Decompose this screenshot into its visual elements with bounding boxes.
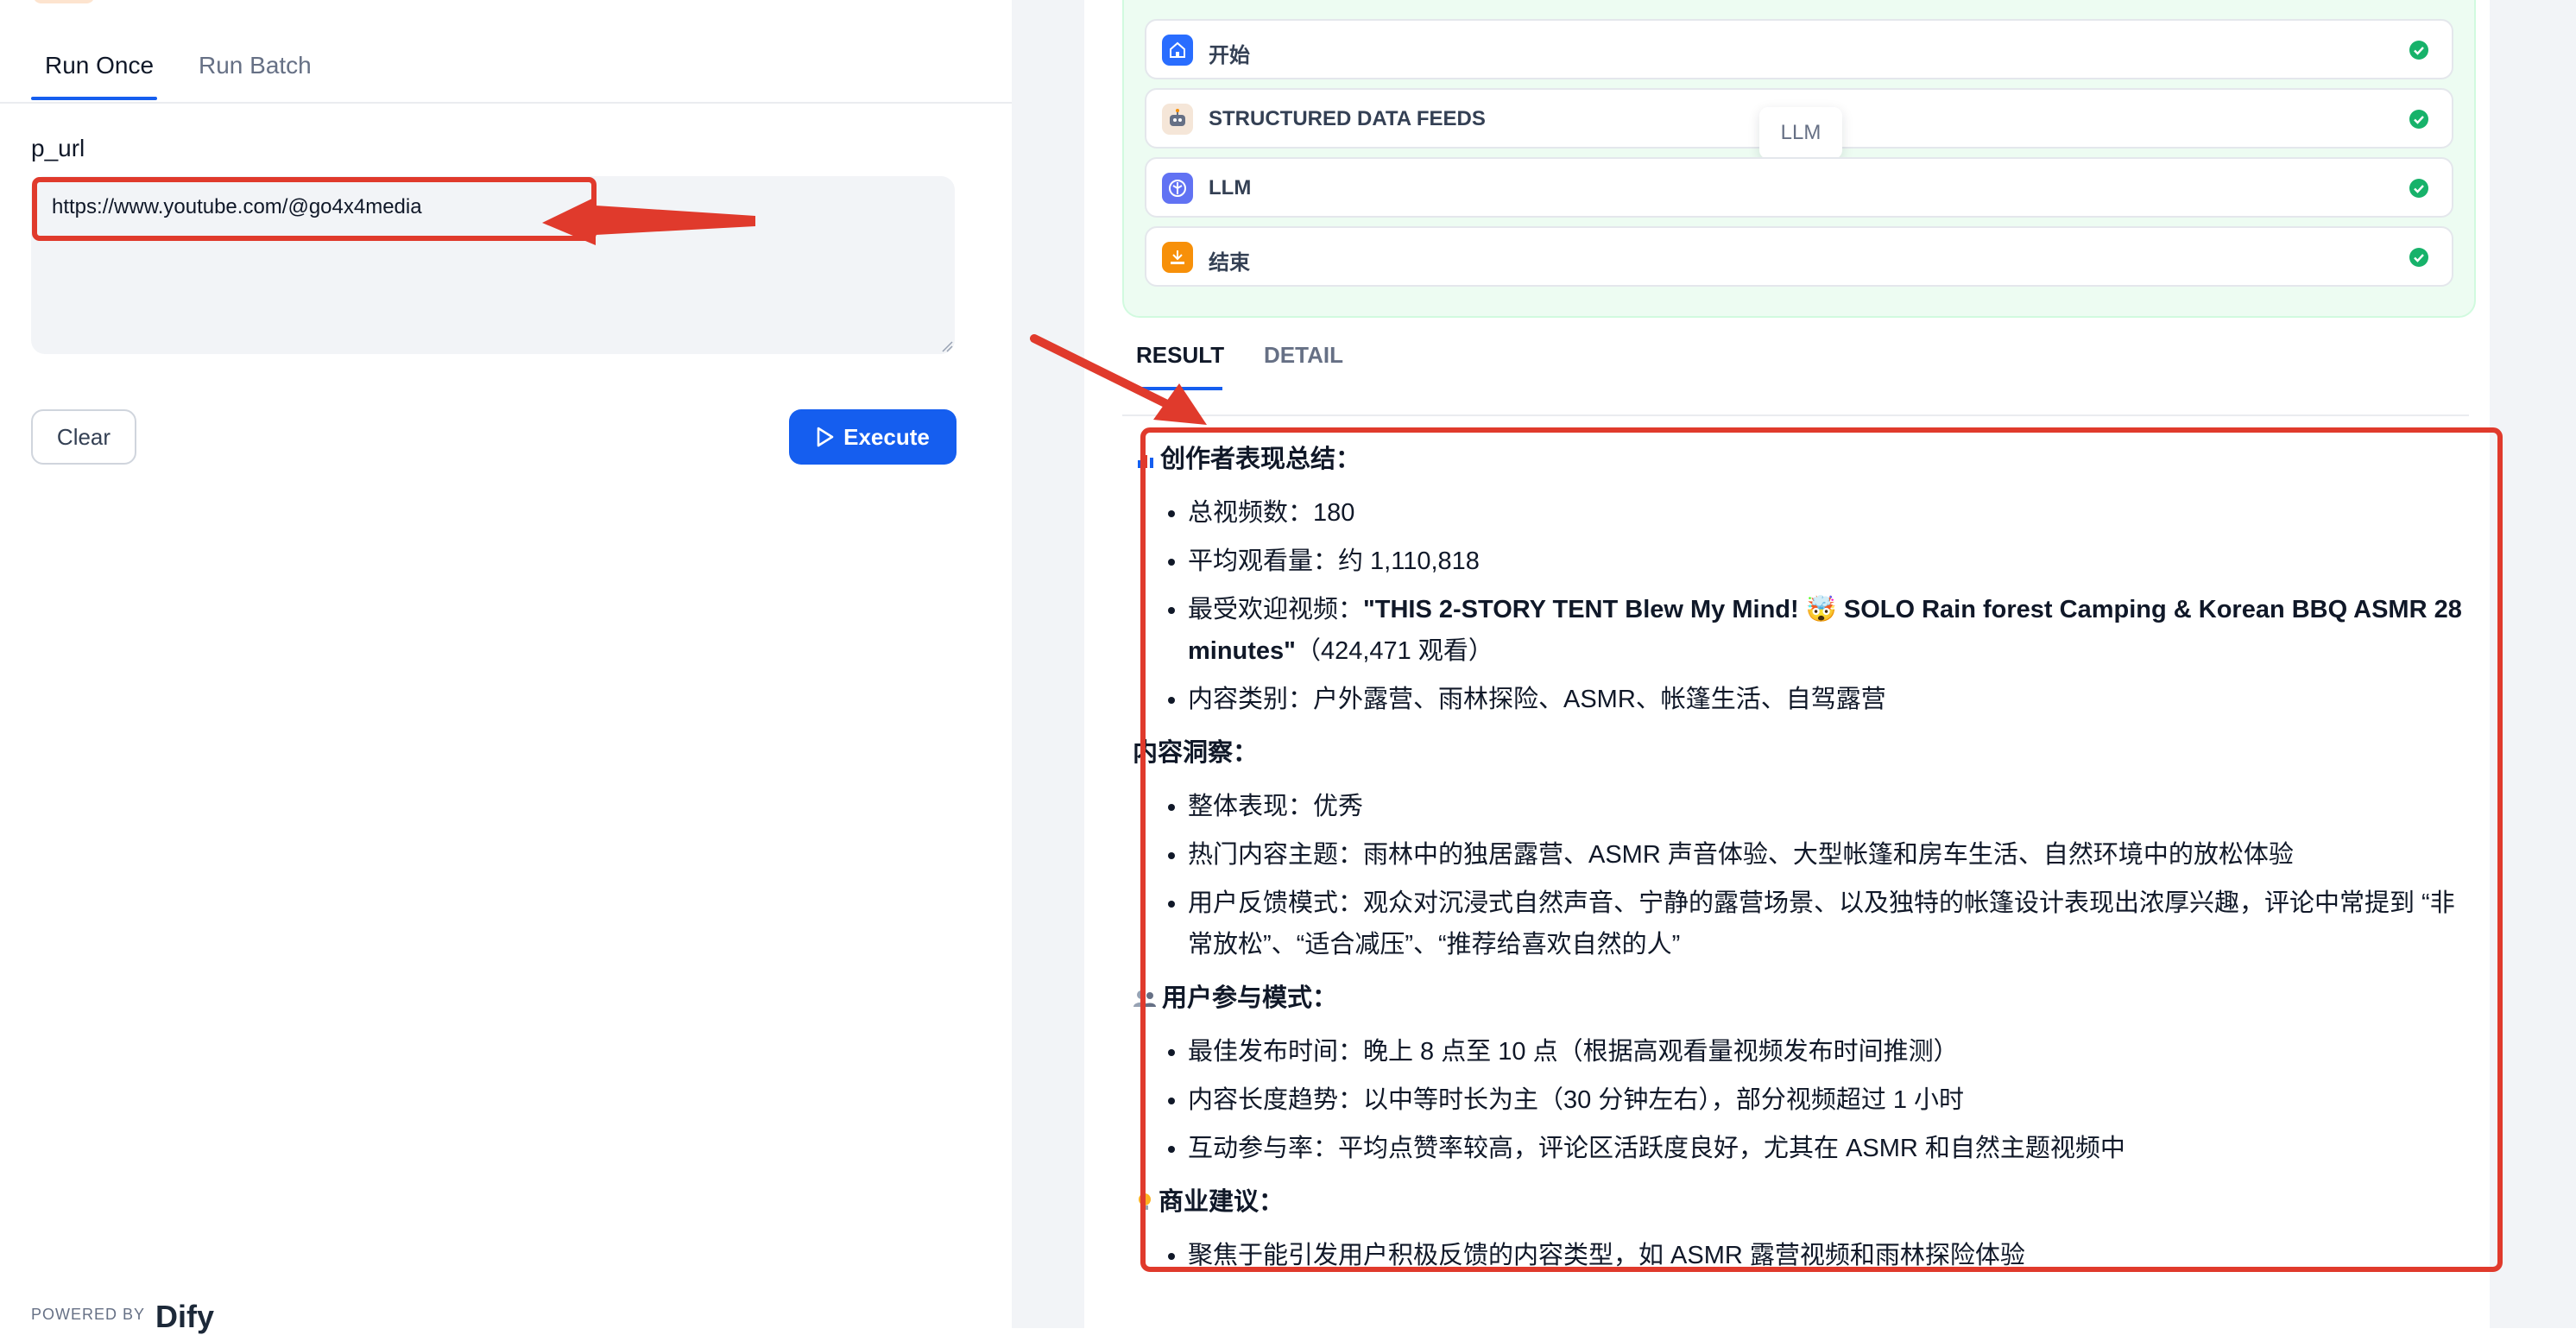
workflow-step-end[interactable]: 结束 <box>1145 226 2453 287</box>
result-content: 创作者表现总结： 总视频数：180 平均观看量：约 1,110,818 最受欢迎… <box>1133 439 2466 1288</box>
check-circle-icon <box>2409 41 2428 60</box>
check-circle-icon <box>2409 110 2428 129</box>
list-item: 聚焦于能引发用户积极反馈的内容类型，如 ASMR 露营视频和雨林探险体验 <box>1188 1235 2466 1276</box>
list-item: 热门内容主题：雨林中的独居露营、ASMR 声音体验、大型帐篷和房车生活、自然环境… <box>1188 834 2466 876</box>
workflow-step-label: 结束 <box>1209 251 1250 275</box>
llm-tooltip: LLM <box>1759 107 1842 159</box>
section-heading: 商业建议： <box>1136 1181 2466 1223</box>
check-circle-icon <box>2409 179 2428 198</box>
section-title: 内容洞察： <box>1133 739 1259 767</box>
check-circle-icon <box>2409 248 2428 267</box>
section-title: 创作者表现总结： <box>1160 446 1361 473</box>
llm-icon <box>1162 173 1193 204</box>
play-icon <box>817 427 834 447</box>
execute-button-label: Execute <box>843 423 930 450</box>
business-advice-list: 聚焦于能引发用户积极反馈的内容类型，如 ASMR 露营视频和雨林探险体验 <box>1136 1235 2466 1276</box>
item-text: （424,471 观看） <box>1295 637 1493 665</box>
tab-run-once[interactable]: Run Once <box>45 52 154 79</box>
workflow-step-start[interactable]: 开始 <box>1145 19 2453 79</box>
section-heading: 用户参与模式： <box>1133 978 2466 1019</box>
p-url-value[interactable]: https://www.youtube.com/@go4x4media <box>52 195 422 219</box>
list-item: 总视频数：180 <box>1188 492 2466 534</box>
robot-icon <box>1162 104 1193 135</box>
list-item: 内容长度趋势：以中等时长为主（30 分钟左右），部分视频超过 1 小时 <box>1188 1079 2466 1121</box>
workflow-step-label: STRUCTURED DATA FEEDS <box>1209 107 1486 130</box>
workflow-step-label: 开始 <box>1209 44 1250 67</box>
section-heading: 创作者表现总结： <box>1136 439 2466 480</box>
workflow-step-label: LLM <box>1209 176 1252 199</box>
item-text: 最受欢迎视频： <box>1188 596 1364 623</box>
list-item: 用户反馈模式：观众对沉浸式自然声音、宁静的露营场景、以及独特的帐篷设计表现出浓厚… <box>1188 883 2466 965</box>
run-panel: Run Once Run Batch p_url https://www.you… <box>0 0 1012 1334</box>
users-icon <box>1133 990 1156 1007</box>
list-item: 内容类别：户外露营、雨林探险、ASMR、帐篷生活、自驾露营 <box>1188 679 2466 720</box>
list-item: 整体表现：优秀 <box>1188 786 2466 827</box>
workflow-step-llm[interactable]: LLM <box>1145 157 2453 218</box>
run-mode-tabs: Run Once Run Batch <box>0 35 1012 104</box>
clear-button-label: Clear <box>56 423 111 450</box>
resize-handle-icon[interactable] <box>941 340 953 352</box>
creator-summary-list: 总视频数：180 平均观看量：约 1,110,818 最受欢迎视频："THIS … <box>1136 492 2466 720</box>
powered-by-text: POWERED BY <box>31 1306 146 1323</box>
list-item: 互动参与率：平均点赞率较高，评论区活跃度良好，尤其在 ASMR 和自然主题视频中 <box>1188 1128 2466 1169</box>
clear-button[interactable]: Clear <box>31 409 136 465</box>
list-item: 平均观看量：约 1,110,818 <box>1188 541 2466 582</box>
tab-result[interactable]: RESULT <box>1136 342 1224 369</box>
section-heading: 内容洞察： <box>1133 732 2466 774</box>
section-title: 商业建议： <box>1159 1188 1285 1216</box>
home-icon <box>1162 35 1193 66</box>
content-insight-list: 整体表现：优秀 热门内容主题：雨林中的独居露营、ASMR 声音体验、大型帐篷和房… <box>1136 786 2466 965</box>
engagement-list: 最佳发布时间：晚上 8 点至 10 点（根据高观看量视频发布时间推测） 内容长度… <box>1136 1031 2466 1169</box>
execute-button[interactable]: Execute <box>789 409 957 465</box>
bar-chart-icon <box>1138 455 1153 468</box>
list-item: 最受欢迎视频："THIS 2-STORY TENT Blew My Mind! … <box>1188 589 2466 672</box>
p-url-label: p_url <box>31 135 85 161</box>
tab-run-batch[interactable]: Run Batch <box>199 52 312 79</box>
app-icon <box>33 0 95 3</box>
active-tab-indicator <box>31 97 157 100</box>
lightbulb-icon <box>1139 1193 1151 1210</box>
result-tabs: RESULT DETAIL <box>1122 333 2469 416</box>
active-result-tab-indicator <box>1136 387 1222 390</box>
end-icon <box>1162 242 1193 273</box>
list-item: 最佳发布时间：晚上 8 点至 10 点（根据高观看量视频发布时间推测） <box>1188 1031 2466 1072</box>
tab-detail[interactable]: DETAIL <box>1264 342 1343 369</box>
section-title: 用户参与模式： <box>1162 984 1338 1012</box>
dify-logo: Dify <box>155 1299 215 1334</box>
